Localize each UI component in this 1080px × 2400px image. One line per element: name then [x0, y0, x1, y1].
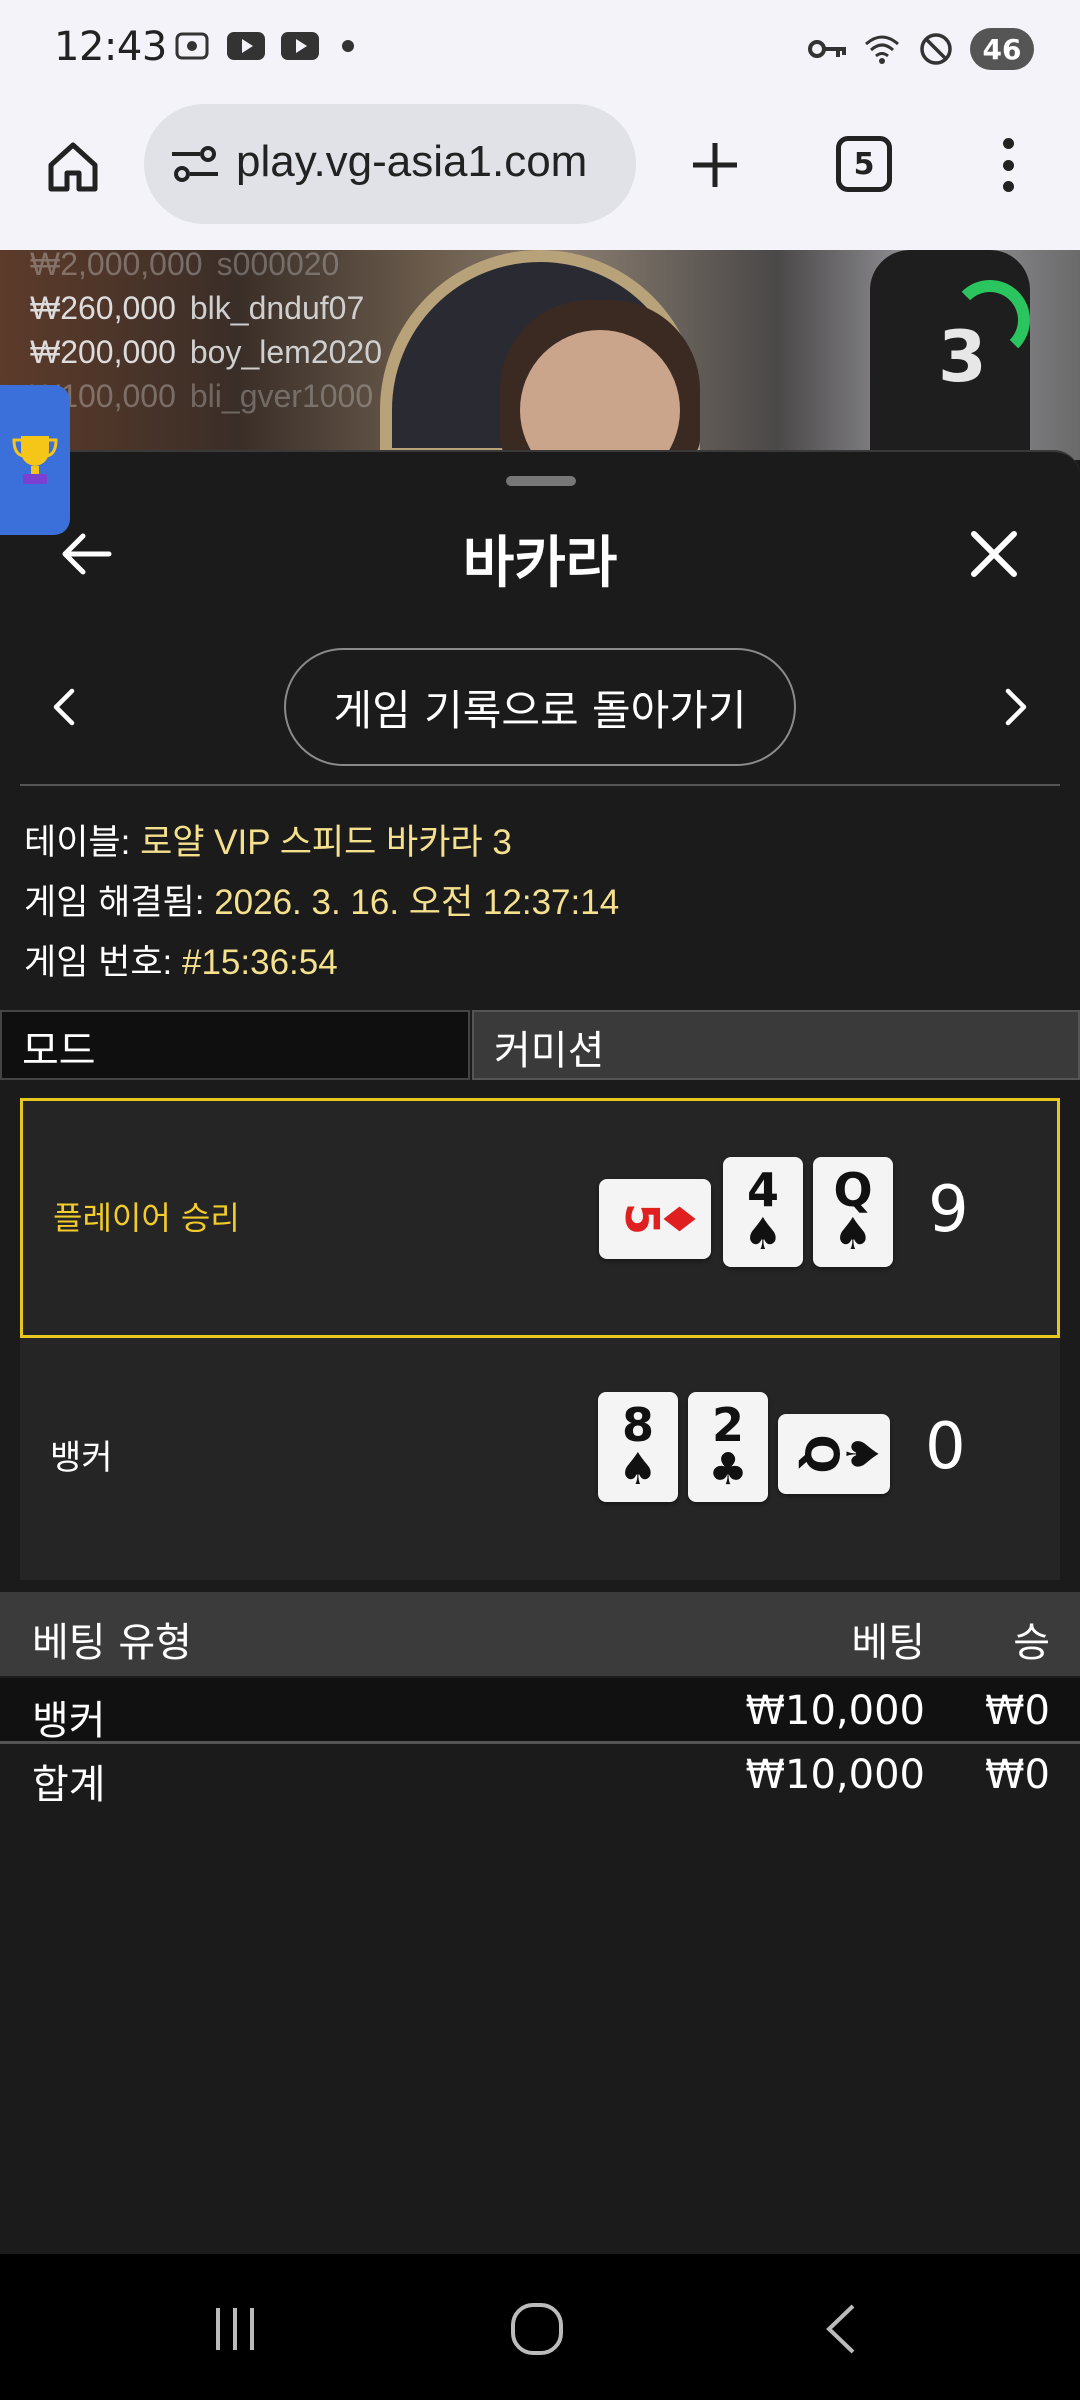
- home-icon: [48, 142, 98, 192]
- round-result: 플레이어 승리 5 ♦ 4 ♠ Q ♠ 9 뱅커 8 ♠ 2 ♣ Q ♠ 0: [20, 1098, 1060, 1580]
- game-number-info: 게임 번호: #15:36:54: [24, 943, 338, 982]
- game-number: #15:36:54: [181, 943, 338, 982]
- player-card-1: 5 ♦: [599, 1179, 711, 1259]
- trophy-icon: [12, 436, 58, 484]
- header-win: 승: [1013, 1620, 1050, 1666]
- mode-tabs: 모드 커미션: [0, 1010, 1080, 1080]
- battery-icon: 46: [970, 28, 1034, 70]
- banker-card-1: 8 ♠: [598, 1392, 678, 1502]
- status-right-icons: 46: [808, 28, 1034, 70]
- chevron-left-icon: [53, 688, 75, 726]
- banker-card-2: 2 ♣: [688, 1392, 768, 1502]
- status-bar: 12:43 46: [0, 0, 1080, 100]
- trophy-button[interactable]: [0, 385, 70, 535]
- recent-apps-icon: [216, 2308, 254, 2350]
- banker-card-3: Q ♠: [778, 1414, 890, 1494]
- previous-game-button[interactable]: [44, 682, 84, 732]
- back-chevron-icon: [826, 2304, 855, 2354]
- back-button[interactable]: [56, 524, 116, 584]
- more-menu-button[interactable]: [990, 130, 1026, 200]
- dot-icon: [1002, 159, 1014, 171]
- ticker-row: ₩2,000,000 s000020: [30, 250, 340, 282]
- dot-icon: [1002, 181, 1014, 192]
- chevron-right-icon: [1005, 688, 1027, 726]
- system-navigation-bar: [0, 2254, 1080, 2400]
- back-nav-button[interactable]: [806, 2294, 876, 2364]
- header-bet-type: 베팅 유형: [32, 1620, 192, 1666]
- screenshot-icon: [172, 30, 212, 62]
- do-not-disturb-icon: [916, 33, 956, 65]
- dot-icon: [1002, 138, 1014, 149]
- address-bar[interactable]: play.vg-asia1.com: [144, 104, 636, 224]
- table-info: 테이블: 로얄 VIP 스피드 바카라 3: [24, 823, 512, 862]
- table-name: 로얄 VIP 스피드 바카라 3: [140, 823, 512, 862]
- youtube-icon: [226, 30, 266, 62]
- close-icon: [971, 531, 1017, 577]
- live-video-feed: 3 ₩2,000,000 s000020 ₩260,000 blk_dnduf07 …: [0, 250, 1080, 460]
- bet-table-header: 베팅 유형 베팅 승: [0, 1592, 1080, 1676]
- resolved-time: 2026. 3. 16. 오전 12:37:14: [214, 883, 620, 922]
- winners-ticker: ₩2,000,000 s000020 ₩260,000 blk_dnduf07 ₩2…: [30, 250, 382, 418]
- status-time: 12:43: [54, 24, 167, 70]
- url-text: play.vg-asia1.com: [236, 137, 588, 186]
- resolved-info: 게임 해결됨: 2026. 3. 16. 오전 12:37:14: [24, 883, 620, 922]
- home-circle-icon: [511, 2303, 563, 2355]
- youtube-icon: [280, 30, 320, 62]
- new-tab-button[interactable]: [680, 130, 750, 200]
- tab-mode[interactable]: 모드: [0, 1010, 470, 1080]
- return-to-history-button[interactable]: 게임 기록으로 돌아가기: [284, 648, 796, 766]
- banker-label: 뱅커: [50, 1438, 113, 1478]
- ticker-row: ₩260,000 blk_dnduf07: [30, 290, 365, 326]
- notification-dot-icon: [342, 40, 354, 52]
- table-row: 뱅커 ₩10,000 ₩0: [0, 1678, 1080, 1744]
- sheet-title: 바카라: [462, 531, 618, 596]
- close-button[interactable]: [964, 524, 1024, 584]
- browser-toolbar: play.vg-asia1.com 5: [0, 100, 1080, 250]
- player-result-row: 플레이어 승리 5 ♦ 4 ♠ Q ♠ 9: [20, 1098, 1060, 1338]
- drag-handle[interactable]: [506, 476, 576, 486]
- arrow-left-icon: [62, 533, 112, 575]
- ticker-row: ₩200,000 boy_lem2020: [30, 334, 383, 370]
- next-game-button[interactable]: [996, 682, 1036, 732]
- divider: [20, 784, 1060, 786]
- video-countdown: 3: [938, 316, 987, 398]
- player-win-label: 플레이어 승리: [53, 1199, 240, 1237]
- game-navigation: 게임 기록으로 돌아가기: [0, 648, 1080, 768]
- site-settings-icon[interactable]: [170, 142, 220, 186]
- wifi-icon: [862, 33, 902, 65]
- player-card-3: Q ♠: [813, 1157, 893, 1267]
- home-nav-button[interactable]: [502, 2294, 572, 2364]
- game-history-sheet: 바카라 게임 기록으로 돌아가기 테이블: 로얄 VIP 스피드 바카라 3 게…: [0, 450, 1080, 2254]
- table-total-row: 합계 ₩10,000 ₩0: [32, 1752, 1050, 1808]
- player-card-2: 4 ♠: [723, 1157, 803, 1267]
- tab-commission[interactable]: 커미션: [472, 1010, 1080, 1080]
- tab-switcher-button[interactable]: 5: [836, 136, 892, 192]
- recent-apps-button[interactable]: [200, 2294, 270, 2364]
- status-left-icons: [172, 30, 354, 62]
- vpn-key-icon: [808, 33, 848, 65]
- plus-icon: [693, 143, 737, 187]
- banker-score: 0: [925, 1410, 966, 1484]
- header-bet: 베팅: [851, 1620, 925, 1666]
- player-score: 9: [928, 1173, 969, 1247]
- home-button[interactable]: [38, 132, 108, 202]
- ticker-row: ₩100,000 bli_gver1000: [30, 378, 374, 414]
